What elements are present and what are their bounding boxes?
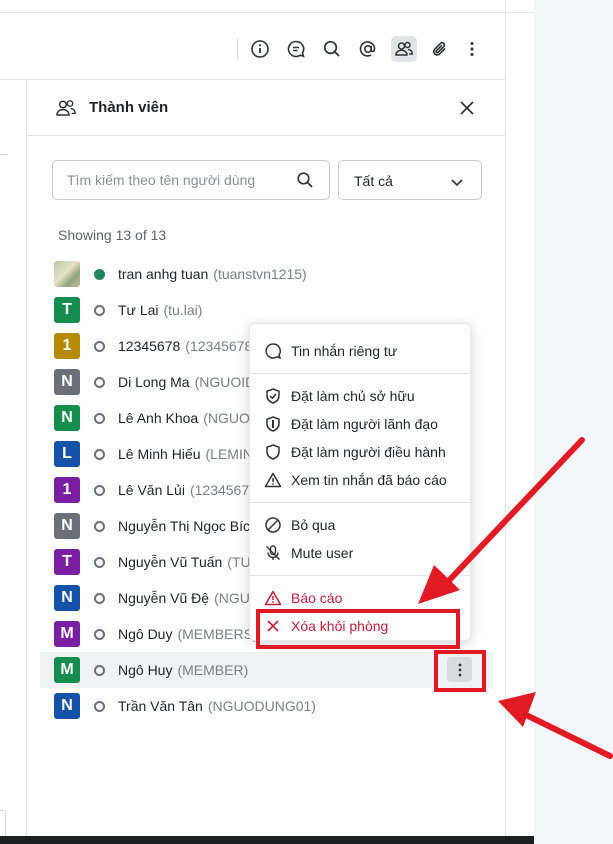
annotation-arrows [418,437,613,759]
annotation-arrow-icon [418,437,585,604]
annotation-arrow-icon [498,692,613,759]
